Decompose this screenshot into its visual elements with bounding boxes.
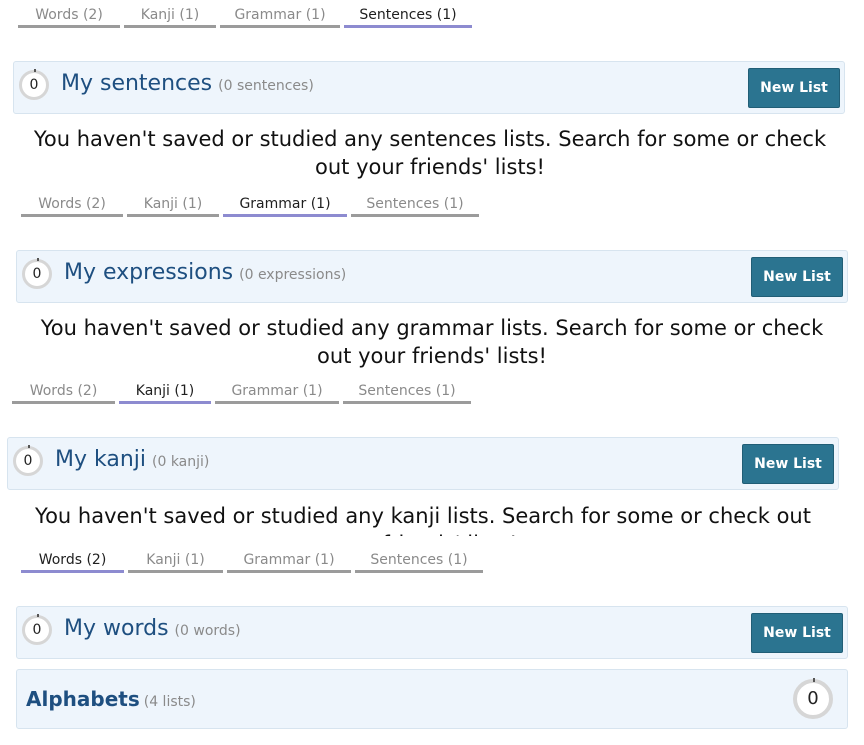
tab-grammar[interactable]: Grammar (1) [223,195,347,217]
grammar-header: 0 My expressions (0 expressions) New List [16,250,848,303]
section-count: (0 sentences) [218,78,314,94]
tab-sentences[interactable]: Sentences (1) [344,6,472,28]
tab-bar-grammar: Words (2) Kanji (1) Grammar (1) Sentence… [21,195,483,217]
tab-sentences[interactable]: Sentences (1) [355,551,483,573]
tab-kanji[interactable]: Kanji (1) [127,195,219,217]
progress-counter: 0 [13,445,43,476]
tab-grammar[interactable]: Grammar (1) [220,6,340,28]
tab-grammar[interactable]: Grammar (1) [215,382,339,404]
tab-sentences[interactable]: Sentences (1) [351,195,479,217]
new-list-button[interactable]: New List [748,68,840,108]
progress-counter: 0 [793,678,833,719]
section-title-text[interactable]: My words [64,616,169,641]
progress-counter: 0 [19,69,49,100]
section-title: My kanji (0 kanji) [55,447,209,472]
tab-words[interactable]: Words (2) [12,382,115,404]
sentences-header: 0 My sentences (0 sentences) New List [13,61,845,114]
tab-words[interactable]: Words (2) [21,551,124,573]
tab-kanji[interactable]: Kanji (1) [124,6,216,28]
tab-words[interactable]: Words (2) [21,195,123,217]
empty-message: You haven't saved or studied any kanji l… [35,504,811,536]
new-list-button[interactable]: New List [751,257,843,297]
section-title-text[interactable]: My kanji [55,447,146,472]
section-title-text[interactable]: My expressions [64,260,233,285]
section-title: My expressions (0 expressions) [64,260,346,285]
new-list-button[interactable]: New List [751,613,843,653]
kanji-header: 0 My kanji (0 kanji) New List [7,437,839,490]
alphabets-count: (4 lists) [143,694,196,710]
section-title-text[interactable]: My sentences [61,71,212,96]
tab-bar-words: Words (2) Kanji (1) Grammar (1) Sentence… [21,551,487,573]
tab-grammar[interactable]: Grammar (1) [227,551,351,573]
tab-bar-sentences: Words (2) Kanji (1) Grammar (1) Sentence… [18,6,476,28]
section-count: (0 kanji) [152,454,210,470]
words-header: 0 My words (0 words) New List [16,606,848,659]
progress-counter: 0 [22,258,52,289]
new-list-button[interactable]: New List [742,444,834,484]
section-title: My sentences (0 sentences) [61,71,314,96]
alphabets-row[interactable]: Alphabets (4 lists) 0 [16,669,848,729]
alphabets-title-text[interactable]: Alphabets [26,687,140,711]
tab-kanji[interactable]: Kanji (1) [119,382,211,404]
section-count: (0 words) [174,623,241,639]
empty-message: You haven't saved or studied any sentenc… [33,127,827,179]
tab-sentences[interactable]: Sentences (1) [343,382,471,404]
progress-counter: 0 [22,614,52,645]
alphabets-title[interactable]: Alphabets (4 lists) [26,687,196,711]
tab-words[interactable]: Words (2) [18,6,120,28]
tab-bar-kanji: Words (2) Kanji (1) Grammar (1) Sentence… [12,382,475,404]
empty-message: You haven't saved or studied any grammar… [40,316,824,368]
section-title: My words (0 words) [64,616,241,641]
tab-kanji[interactable]: Kanji (1) [128,551,223,573]
section-count: (0 expressions) [239,267,347,283]
